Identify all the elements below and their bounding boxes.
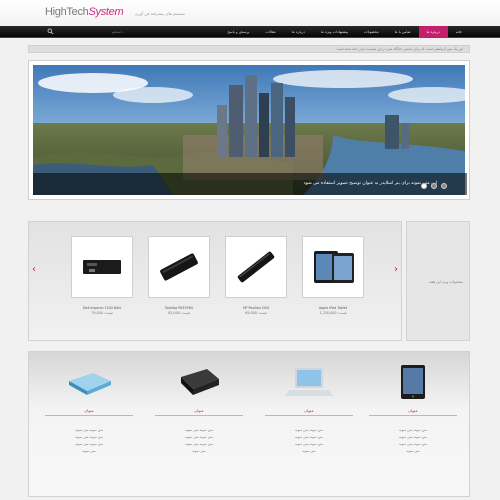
product-name[interactable]: Apple iPad Tablet — [302, 306, 364, 310]
nav-item-2[interactable]: تماس با ما — [387, 26, 419, 38]
feature-title: عنوان — [408, 408, 418, 413]
product-name[interactable]: Toshiba PA3399U — [148, 306, 210, 310]
feature-text-line: متن نمونه — [82, 449, 96, 453]
product-image[interactable] — [71, 236, 133, 298]
feature-text-line: متن نمونه متن نمونه — [184, 435, 214, 439]
special-offer-box: محصولات ویژه این هفته — [406, 221, 470, 341]
feature-image — [61, 362, 117, 402]
banner-caption: این متن نمونه برای بنر اسلایدر به عنوان … — [33, 173, 467, 195]
nav-menu: پرسش و پاسخ مقالات درباره ما پیشنهادات و… — [219, 26, 470, 38]
feature-title: عنوان — [194, 408, 204, 413]
feature-card: عنوان متن نمونه متن نمونه متن نمونه متن … — [259, 352, 359, 498]
feature-text-line: متن نمونه متن نمونه — [294, 442, 324, 446]
slider-dot-2[interactable] — [431, 183, 437, 189]
notice-bar: این یک متن آزمایشی است که برای نمایش جای… — [28, 45, 470, 53]
nav-item-home[interactable]: خانه — [448, 26, 470, 38]
feature-image — [385, 362, 441, 402]
product-price: قیمت: 1,230,000 — [319, 311, 347, 315]
feature-image — [171, 362, 227, 402]
feature-text-line: متن نمونه متن نمونه — [294, 435, 324, 439]
nav-item-3[interactable]: محصولات — [356, 26, 387, 38]
slider-dot-3[interactable] — [441, 183, 447, 189]
product-name[interactable]: Dell Inspiron 1545 Batt — [71, 306, 133, 310]
external-drive-icon — [69, 373, 111, 395]
product-card[interactable]: Apple iPad Tablet قیمت: 1,230,000 — [302, 236, 364, 315]
feature-text-line: متن نمونه متن نمونه — [398, 442, 428, 446]
product-card[interactable]: Dell Inspiron 1545 Batt قیمت: 79,000 — [71, 236, 133, 315]
features-section: عنوان متن نمونه متن نمونه متن نمونه متن … — [28, 351, 470, 497]
banner-caption-text: این متن نمونه برای بنر اسلایدر به عنوان … — [303, 181, 437, 186]
feature-text: متن نمونه متن نمونه متن نمونه متن نمونه … — [259, 427, 359, 455]
nav-item-4[interactable]: پیشنهادات ویژه ما — [313, 26, 356, 38]
divider — [265, 415, 353, 416]
site-header: HighTech System سیستم های پیشرفته فن آور… — [0, 0, 500, 26]
logo-text-system: System — [88, 6, 124, 18]
notice-text: این یک متن آزمایشی است که برای نمایش جای… — [336, 47, 463, 51]
feature-image — [281, 362, 337, 402]
tablet-icon — [314, 251, 354, 283]
nav-item-1-active[interactable]: درباره ما — [418, 26, 448, 38]
laptop-battery-icon — [237, 251, 275, 283]
laptop-battery-icon — [83, 260, 121, 274]
divider — [45, 415, 133, 416]
main-nav: پرسش و پاسخ مقالات درباره ما پیشنهادات و… — [0, 26, 500, 38]
feature-card: عنوان متن نمونه متن نمونه متن نمونه متن … — [39, 352, 139, 498]
product-name[interactable]: HP Pavilion DV4 — [225, 306, 287, 310]
laptop-icon — [285, 368, 333, 396]
feature-card: عنوان متن نمونه متن نمونه متن نمونه متن … — [363, 352, 463, 498]
feature-text-line: متن نمونه — [406, 449, 420, 453]
search-icon[interactable] — [47, 28, 54, 35]
carousel-next-arrow-icon[interactable]: › — [391, 262, 401, 276]
nav-item-5[interactable]: درباره ما — [284, 26, 313, 38]
banner-slider: این متن نمونه برای بنر اسلایدر به عنوان … — [28, 60, 470, 200]
feature-title: عنوان — [84, 408, 94, 413]
site-logo[interactable]: HighTech System — [45, 6, 124, 20]
special-offer-text: محصولات ویژه این هفته — [428, 280, 463, 284]
product-price: قیمت: 69,000 — [245, 311, 267, 315]
tablet-icon — [401, 365, 425, 399]
products-carousel: ‹ › Dell Inspiron 1545 Batt قیمت: 79,000… — [28, 221, 402, 341]
carousel-prev-arrow-icon[interactable]: ‹ — [29, 262, 39, 276]
product-card[interactable]: HP Pavilion DV4 قیمت: 69,000 — [225, 236, 287, 315]
feature-text-line: متن نمونه متن نمونه — [184, 442, 214, 446]
search-input[interactable] — [112, 29, 134, 35]
product-price: قیمت: 85,000 — [168, 311, 190, 315]
nav-item-6[interactable]: مقالات — [257, 26, 283, 38]
product-image[interactable] — [148, 236, 210, 298]
nav-item-7[interactable]: پرسش و پاسخ — [219, 26, 257, 38]
divider — [369, 415, 457, 416]
laptop-battery-icon — [160, 253, 198, 281]
divider — [155, 415, 243, 416]
feature-text-line: متن نمونه متن نمونه — [294, 428, 324, 432]
product-price: قیمت: 79,000 — [91, 311, 113, 315]
feature-text-line: متن نمونه متن نمونه — [74, 428, 104, 432]
product-image[interactable] — [302, 236, 364, 298]
feature-text: متن نمونه متن نمونه متن نمونه متن نمونه … — [149, 427, 249, 455]
feature-text-line: متن نمونه متن نمونه — [398, 435, 428, 439]
feature-text-line: متن نمونه متن نمونه — [184, 428, 214, 432]
feature-text-line: متن نمونه — [302, 449, 316, 453]
feature-text-line: متن نمونه متن نمونه — [74, 435, 104, 439]
feature-card: عنوان متن نمونه متن نمونه متن نمونه متن … — [149, 352, 249, 498]
logo-text-high-tech: HighTech — [45, 6, 89, 18]
product-image[interactable] — [225, 236, 287, 298]
slider-dot-1[interactable] — [421, 183, 427, 189]
feature-title: عنوان — [304, 408, 314, 413]
feature-text-line: متن نمونه متن نمونه — [398, 428, 428, 432]
hard-drive-icon — [181, 369, 219, 395]
feature-text: متن نمونه متن نمونه متن نمونه متن نمونه … — [39, 427, 139, 455]
site-tagline: سیستم های پیشرفته فن آوری — [135, 11, 185, 16]
feature-text-line: متن نمونه متن نمونه — [74, 442, 104, 446]
feature-text: متن نمونه متن نمونه متن نمونه متن نمونه … — [363, 427, 463, 455]
feature-text-line: متن نمونه — [192, 449, 206, 453]
product-card[interactable]: Toshiba PA3399U قیمت: 85,000 — [148, 236, 210, 315]
